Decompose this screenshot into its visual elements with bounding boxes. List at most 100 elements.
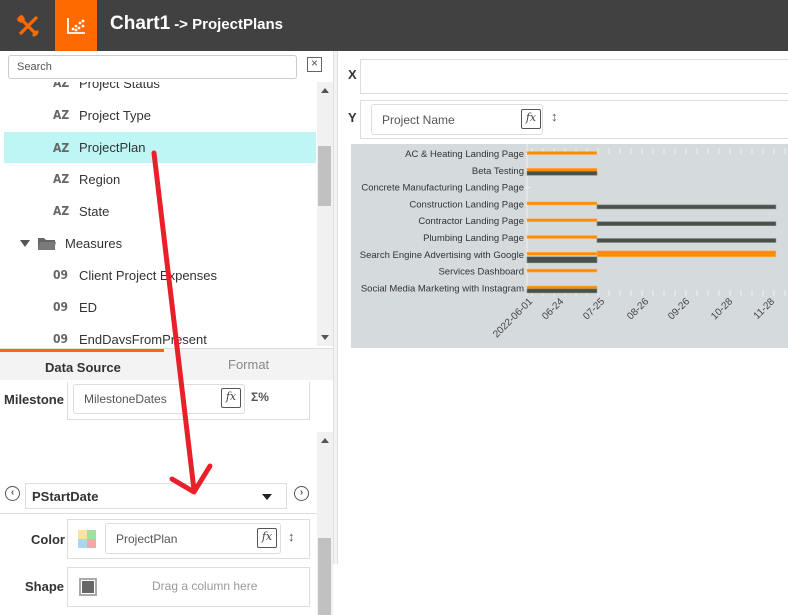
binding-properties: Milestone MilestoneDates fx Σ% ‹ PStartD… [0,382,317,615]
scatter-chart-icon[interactable] [55,0,97,51]
plan-bar[interactable] [526,201,598,206]
field-tree: AZ Project Status AZ Project Type AZ Pro… [0,82,317,344]
x-tick-label: 08-26 [625,296,651,322]
scroll-up-icon[interactable] [321,438,329,443]
gantt-chart[interactable]: AC & Heating Landing Page Beta Testing Con… [351,144,788,348]
x-tick-label: 07-25 [581,296,607,322]
category-label: AC & Heating Landing Page [405,149,524,160]
plan-bar[interactable] [526,268,598,273]
formula-icon[interactable]: fx [221,388,241,408]
tree-item-project-type[interactable]: AZ Project Type [4,100,316,130]
tree-item-label: State [79,203,110,219]
plan-bar[interactable] [526,151,598,155]
tree-item-label: Project Type [79,107,152,123]
shape-label: Shape [25,579,65,594]
string-type-icon: AZ [53,82,70,90]
number-type-icon: 09 [53,332,69,344]
category-label: Construction Landing Page [409,199,524,210]
category-label: Social Media Marketing with Instagram [361,283,524,294]
actual-bar[interactable] [596,204,777,210]
date-field-select[interactable]: PStartDate [25,483,287,509]
folder-icon [38,237,56,250]
scroll-down-icon[interactable] [321,335,329,340]
page-title: Chart1 -> ProjectPlans [110,13,283,35]
tree-item-state[interactable]: AZ State [4,196,316,226]
active-tab-indicator [0,349,164,352]
actual-bar[interactable] [526,288,598,294]
y-axis-label: Y [348,110,357,125]
clear-search-icon[interactable]: × [307,57,322,72]
x-tick-label: 09-26 [666,296,692,322]
folder-label: Measures [65,235,123,251]
plan-bar[interactable] [526,285,598,290]
sort-icon[interactable]: ↕ [551,109,558,124]
color-label: Color [31,532,65,547]
plan-bar[interactable] [526,252,598,256]
actual-bar[interactable] [526,256,598,264]
color-field[interactable]: ProjectPlan [105,523,281,554]
shape-placeholder: Drag a column here [152,579,258,593]
plan-bar[interactable] [526,167,598,172]
x-dropzone[interactable] [360,59,788,94]
scroll-up-icon[interactable] [321,88,329,93]
formula-icon[interactable]: fx [257,528,277,548]
folder-measures[interactable]: Measures [20,228,122,258]
shape-icon[interactable] [79,578,97,596]
category-label: Plumbing Landing Page [423,233,524,244]
number-type-icon: 09 [53,268,69,282]
plan-bar[interactable] [596,250,777,258]
expand-caret-icon[interactable] [20,239,30,247]
milestone-label: Milestone [4,392,64,407]
category-label: Search Engine Advertising with Google [360,250,524,261]
category-label: Contractor Landing Page [418,216,524,227]
category-label: Beta Testing [472,166,524,177]
design-tools-icon[interactable] [0,0,55,51]
dropdown-caret-icon[interactable] [262,494,272,500]
string-type-icon: AZ [53,172,70,186]
tree-item-ed[interactable]: 09 ED [4,292,316,322]
sort-icon[interactable]: ↕ [288,529,295,544]
data-panel: Search × AZ Project Status AZ Project Ty… [0,51,333,615]
tree-item-enddaysfrompresent[interactable]: 09 EndDaysFromPresent [4,324,316,345]
top-bar: Chart1 -> ProjectPlans [0,0,788,51]
x-tick-label: 11-28 [752,296,778,322]
milestone-field[interactable]: MilestoneDates [73,384,245,414]
tree-item-label: Client Project Expenses [79,267,218,283]
string-type-icon: AZ [53,140,70,155]
plan-bar[interactable] [526,218,598,222]
tree-item-label: Region [79,171,121,187]
number-type-icon: 09 [53,300,69,314]
tree-item-label: ED [79,299,98,315]
tree-scrollbar[interactable] [317,82,333,346]
select-value: PStartDate [32,489,99,504]
actual-bar[interactable] [526,170,598,176]
category-label: Concrete Manufacturing Landing Page [361,183,524,194]
y-field[interactable]: Project Name [371,104,543,135]
actual-bar[interactable] [596,238,777,243]
chart-source: -> ProjectPlans [174,16,283,33]
tree-item-project-status[interactable]: AZ Project Status [4,82,316,98]
tree-item-client-project-expenses[interactable]: 09 Client Project Expenses [4,260,316,290]
tab-data-source[interactable]: Data Source [45,360,121,375]
x-tick-label: 2022-06-01 [491,296,535,340]
tree-item-label: ProjectPlan [79,140,146,155]
actual-bar[interactable] [596,221,777,226]
prev-icon[interactable]: ‹ [5,486,20,501]
string-type-icon: AZ [53,108,70,122]
scrollbar-thumb[interactable] [318,538,331,615]
chart-svg: AC & Heating Landing Page Beta Testing Con… [360,144,786,340]
scrollbar-thumb[interactable] [318,146,331,206]
search-input[interactable]: Search [8,55,297,79]
properties-scrollbar[interactable] [317,432,333,615]
formula-icon[interactable]: fx [521,109,541,129]
x-tick-label: 06-24 [540,296,566,322]
tab-format[interactable]: Format [228,357,269,372]
tree-item-label: Project Status [79,82,160,91]
next-icon[interactable]: › [294,486,309,501]
panel-tabs: Data Source Format [0,348,333,380]
color-palette-icon[interactable] [78,530,96,548]
tree-item-region[interactable]: AZ Region [4,164,316,194]
tree-item-projectplan[interactable]: AZ ProjectPlan [4,132,316,163]
aggregate-icon[interactable]: Σ% [251,390,269,404]
plan-bar[interactable] [526,235,598,239]
